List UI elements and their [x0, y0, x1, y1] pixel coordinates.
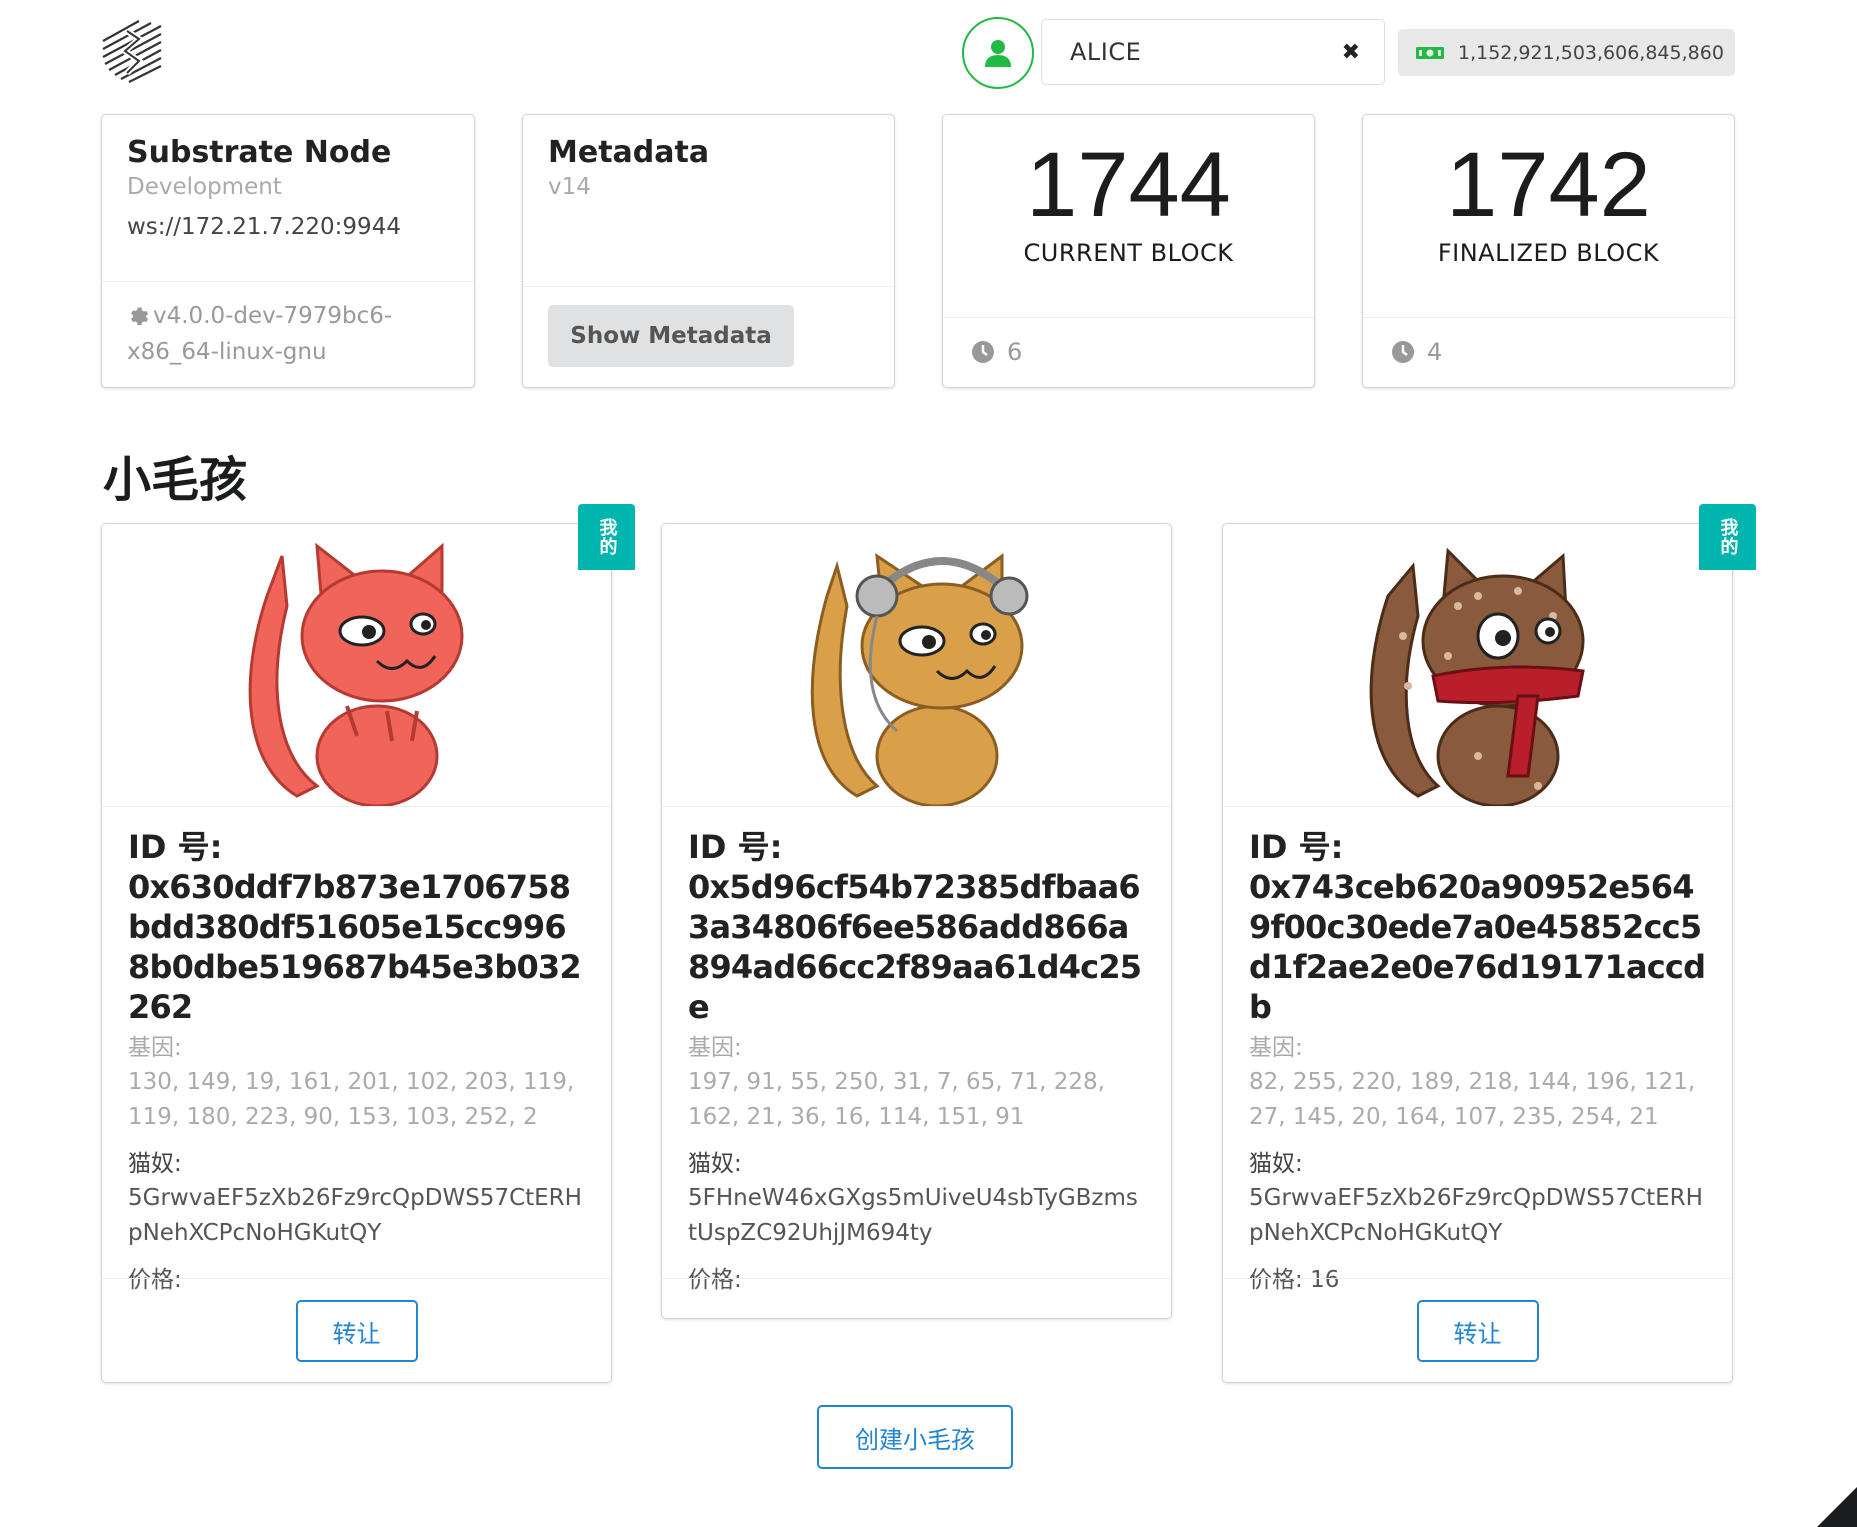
corner-decoration [1817, 1487, 1857, 1527]
clock-icon [972, 341, 994, 363]
transfer-button[interactable]: 转让 [295, 1300, 418, 1362]
kitty-owner-label: 猫奴: [128, 1151, 182, 1177]
mine-ribbon: 我的 [1699, 504, 1756, 570]
money-bill-icon [1416, 46, 1444, 59]
kitty-card: 我的 ID 号: 0x630ddf7b873e1706758bdd380df51… [101, 504, 635, 1383]
current-block-card: 1744 CURRENT BLOCK 6 [942, 114, 1315, 388]
substrate-logo [99, 17, 165, 87]
node-version-row: v4.0.0-dev-7979bc6-x86_64-linux-gnu [102, 281, 474, 386]
kitty-card: 我的 ID 号: 0x743ceb620a90952e5649f00c30ede… [1222, 504, 1756, 1383]
metadata-title: Metadata [548, 135, 710, 170]
transfer-button[interactable]: 转让 [1416, 1300, 1539, 1362]
node-title: Substrate Node [127, 135, 392, 170]
kitty-genes: 130, 149, 19, 161, 201, 102, 203, 119, 1… [128, 1069, 575, 1130]
finalized-block-value: 1742 [1446, 134, 1651, 236]
balance-value: 1,152,921,503,606,845,860 [1458, 41, 1724, 64]
kitty-gene-label: 基因: [128, 1035, 182, 1061]
kitty-id: 0x5d96cf54b72385dfbaa63a34806f6ee586add8… [688, 868, 1142, 1026]
kitty-card: ID 号: 0x5d96cf54b72385dfbaa63a34806f6ee5… [661, 523, 1172, 1319]
kitty-id-label: ID 号: [1249, 828, 1344, 866]
clock-icon [1392, 341, 1414, 363]
kitty-owner: 5FHneW46xGXgs5mUiveU4sbTyGBzmstUspZC92Uh… [688, 1185, 1138, 1246]
cat-illustration-icon [248, 542, 463, 806]
current-block-value: 1744 [1026, 134, 1231, 236]
kitty-actions: 转让 [102, 1278, 611, 1383]
mine-ribbon: 我的 [578, 504, 635, 570]
node-version: v4.0.0-dev-7979bc6-x86_64-linux-gnu [127, 303, 393, 365]
cat-illustration-icon [1369, 547, 1585, 806]
node-chain: Development [127, 174, 282, 200]
close-icon[interactable]: ✖ [1342, 40, 1360, 65]
finalized-block-timer-row: 4 [1363, 317, 1734, 386]
cat-illustration-icon [810, 552, 1028, 806]
section-title: 小毛孩 [103, 452, 248, 508]
metadata-actions: Show Metadata [523, 286, 894, 385]
kitty-owner: 5GrwvaEF5zXb26Fz9rcQpDWS57CtERHpNehXCPcN… [1249, 1185, 1703, 1246]
kitty-genes: 197, 91, 55, 250, 31, 7, 65, 71, 228, 16… [688, 1069, 1105, 1130]
node-endpoint: ws://172.21.7.220:9944 [127, 214, 401, 240]
kitty-id: 0x630ddf7b873e1706758bdd380df51605e15cc9… [128, 868, 582, 1026]
current-block-timer: 6 [1007, 338, 1023, 366]
kitty-actions: 转让 [1223, 1278, 1732, 1383]
kitty-owner-label: 猫奴: [1249, 1151, 1303, 1177]
account-avatar-button[interactable] [962, 17, 1034, 89]
kitty-image [662, 524, 1171, 807]
current-block-timer-row: 6 [943, 317, 1314, 386]
metadata-version: v14 [548, 174, 591, 200]
finalized-block-card: 1742 FINALIZED BLOCK 4 [1362, 114, 1735, 388]
metadata-card: Metadata v14 Show Metadata [522, 114, 895, 388]
node-info-card: Substrate Node Development ws://172.21.7… [101, 114, 475, 388]
kitty-gene-label: 基因: [688, 1035, 742, 1061]
account-selector[interactable]: ALICE ✖ [1041, 19, 1385, 85]
kitty-genes: 82, 255, 220, 189, 218, 144, 196, 121, 2… [1249, 1069, 1696, 1130]
balance-badge: 1,152,921,503,606,845,860 [1398, 29, 1735, 76]
kitty-image [102, 524, 611, 807]
kitty-actions [662, 1278, 1171, 1319]
kitty-gene-label: 基因: [1249, 1035, 1303, 1061]
current-block-label: CURRENT BLOCK [1023, 239, 1234, 267]
kitty-id: 0x743ceb620a90952e5649f00c30ede7a0e45852… [1249, 868, 1706, 1026]
kitty-image [1223, 524, 1732, 807]
create-kitty-button[interactable]: 创建小毛孩 [817, 1405, 1013, 1469]
user-icon [985, 40, 1011, 67]
gear-icon [131, 307, 149, 326]
kitty-owner: 5GrwvaEF5zXb26Fz9rcQpDWS57CtERHpNehXCPcN… [128, 1185, 582, 1246]
kitty-owner-label: 猫奴: [688, 1151, 742, 1177]
kitty-id-label: ID 号: [688, 828, 783, 866]
finalized-block-label: FINALIZED BLOCK [1437, 239, 1660, 267]
account-name: ALICE [1070, 38, 1142, 66]
finalized-block-timer: 4 [1427, 338, 1443, 366]
show-metadata-button[interactable]: Show Metadata [548, 305, 794, 367]
kitty-id-label: ID 号: [128, 828, 223, 866]
